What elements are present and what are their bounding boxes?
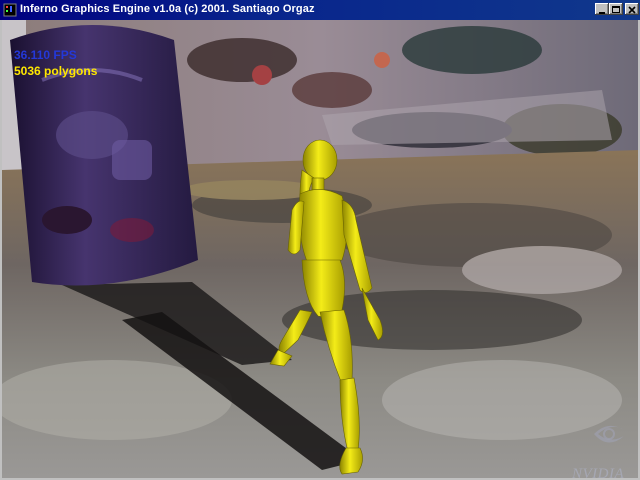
polygon-counter: 5036 polygons: [14, 64, 98, 78]
nvidia-eye-icon: [594, 425, 624, 443]
close-button[interactable]: [625, 3, 639, 15]
nvidia-watermark: NVIDIA: [572, 466, 625, 478]
app-window: Inferno Graphics Engine v1.0a (c) 2001. …: [0, 0, 640, 480]
maximize-icon: [612, 6, 620, 13]
title-bar[interactable]: Inferno Graphics Engine v1.0a (c) 2001. …: [0, 0, 640, 20]
maximize-button[interactable]: [609, 3, 623, 15]
minimize-button[interactable]: [595, 3, 609, 15]
scene-canvas: [2, 20, 638, 478]
render-viewport[interactable]: 36.110 FPS 5036 polygons NVIDIA: [2, 20, 638, 478]
close-icon: [628, 6, 636, 14]
minimize-icon: [599, 12, 605, 14]
fps-counter: 36.110 FPS: [14, 48, 77, 62]
app-icon[interactable]: [3, 3, 17, 17]
window-title: Inferno Graphics Engine v1.0a (c) 2001. …: [20, 3, 315, 15]
